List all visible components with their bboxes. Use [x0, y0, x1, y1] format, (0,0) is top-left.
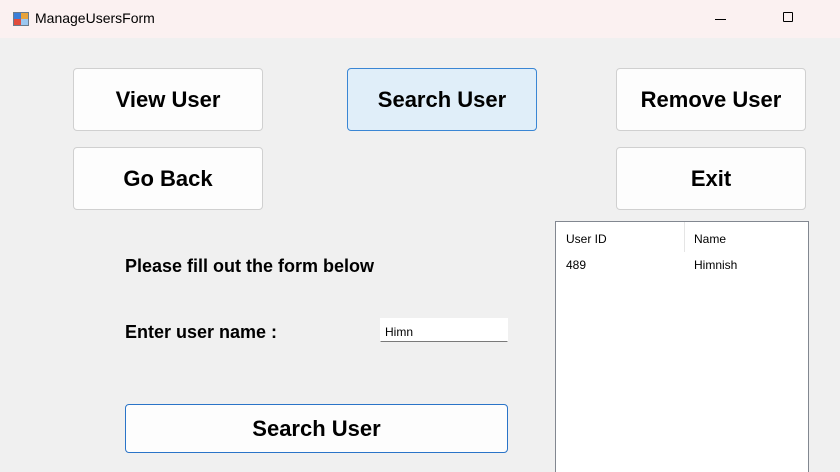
results-list-view[interactable]: User ID Name 489 Himnish	[555, 221, 809, 472]
results-header: User ID Name	[556, 222, 808, 252]
form-instruction: Please fill out the form below	[125, 256, 375, 276]
minimize-icon	[715, 19, 726, 20]
window-title: ManageUsersForm	[35, 10, 155, 26]
search-user-tab-button[interactable]: Search User	[347, 68, 537, 131]
title-bar[interactable]: ManageUsersForm	[0, 0, 840, 38]
column-header-name[interactable]: Name	[686, 222, 808, 252]
maximize-button[interactable]	[765, 0, 811, 38]
manage-users-window: ManageUsersForm View User Search User Re…	[0, 0, 840, 472]
minimize-button[interactable]	[698, 0, 744, 38]
list-item-name: Himnish	[694, 258, 738, 272]
exit-button[interactable]: Exit	[616, 147, 806, 210]
maximize-icon	[783, 12, 793, 22]
search-user-submit-button[interactable]: Search User	[125, 404, 508, 453]
list-item-user-id: 489	[566, 258, 587, 272]
username-input[interactable]	[380, 318, 508, 342]
remove-user-button[interactable]: Remove User	[616, 68, 806, 131]
column-header-user-id[interactable]: User ID	[556, 222, 685, 252]
list-item[interactable]: 489 Himnish	[556, 256, 808, 274]
form-app-icon	[13, 12, 29, 26]
username-label: Enter user name :	[125, 322, 278, 342]
go-back-button[interactable]: Go Back	[73, 147, 263, 210]
view-user-button[interactable]: View User	[73, 68, 263, 131]
